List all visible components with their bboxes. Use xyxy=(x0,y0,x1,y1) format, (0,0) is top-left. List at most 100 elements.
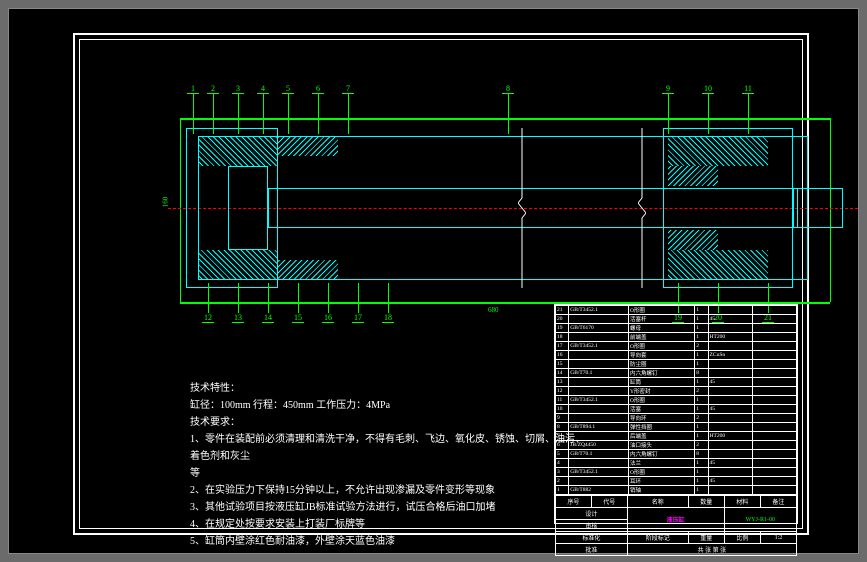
hatch-rear-cap-bot xyxy=(198,250,278,280)
bom-cell-note xyxy=(752,423,796,432)
bom-cell-note xyxy=(752,486,796,495)
tb-scale: 1:2 xyxy=(760,532,796,544)
hatch-guide-bot xyxy=(668,230,718,250)
hdr-name: 名称 xyxy=(627,496,688,508)
bom-cell-code xyxy=(569,432,629,441)
leader-line-bot xyxy=(238,283,239,313)
dim-overall-length: 680 xyxy=(488,306,499,314)
bom-row: 15防尘圈1 xyxy=(556,360,797,369)
drawing-frame-inner: 680 160 xyxy=(79,39,803,529)
drawing-title: 液压缸 xyxy=(627,508,724,532)
bom-cell-qty: 1 xyxy=(695,378,708,387)
leader-line-top xyxy=(288,94,289,134)
bom-cell-name: 销轴 xyxy=(628,486,694,495)
piston-rod xyxy=(268,188,798,228)
leader-line-top xyxy=(318,94,319,134)
bom-cell-note xyxy=(752,396,796,405)
bom-cell-no: 21 xyxy=(556,306,569,315)
balloon-1: 1 xyxy=(187,84,199,94)
bom-cell-no: 10 xyxy=(556,405,569,414)
bom-cell-code xyxy=(569,459,629,468)
balloon-18: 18 xyxy=(382,313,394,323)
hatch-front-cap-top xyxy=(668,136,768,166)
bom-cell-qty: 1 xyxy=(695,360,708,369)
bom-cell-mat: 45 xyxy=(708,315,752,324)
tech-req-1: 1、零件在装配前必须清理和清洗干净，不得有毛刺、飞边、氧化皮、锈蚀、切屑、油污、… xyxy=(190,431,590,465)
bom-cell-no: 20 xyxy=(556,315,569,324)
bom-cell-code: GB/T70.1 xyxy=(569,450,629,459)
bom-cell-no: 8 xyxy=(556,423,569,432)
leader-line-top xyxy=(238,94,239,134)
tb-std: 标准化 xyxy=(556,532,628,544)
bom-cell-mat: 45 xyxy=(708,477,752,486)
balloon-2: 2 xyxy=(207,84,219,94)
bom-cell-no: 3 xyxy=(556,468,569,477)
bom-cell-note xyxy=(752,378,796,387)
bom-cell-qty: 1 xyxy=(695,423,708,432)
bom-cell-qty: 2 xyxy=(695,387,708,396)
balloon-8: 8 xyxy=(502,84,514,94)
bom-row: 10活塞145 xyxy=(556,405,797,414)
bom-cell-code xyxy=(569,378,629,387)
tech-req-1b: 等 xyxy=(190,465,590,482)
break-line-2 xyxy=(638,128,646,288)
bom-row: 5GB/T70.1内六角螺钉8 xyxy=(556,450,797,459)
leader-line-top xyxy=(263,94,264,134)
bom-cell-mat xyxy=(708,414,752,423)
bom-row: 13缸筒145 xyxy=(556,378,797,387)
bom-cell-qty: 1 xyxy=(695,306,708,315)
bom-cell-mat xyxy=(708,396,752,405)
leader-line-bot xyxy=(268,283,269,313)
bom-cell-mat xyxy=(708,441,752,450)
hdr-note: 备注 xyxy=(760,496,796,508)
leader-line-bot xyxy=(208,283,209,313)
bom-cell-code: GB/T894.1 xyxy=(569,423,629,432)
hdr-mat: 材料 xyxy=(724,496,760,508)
bom-cell-qty: 2 xyxy=(695,414,708,423)
bom-row: 17GB/T3452.1O形圈2 xyxy=(556,342,797,351)
bom-cell-note xyxy=(752,342,796,351)
bom-cell-note xyxy=(752,351,796,360)
tech-params-line1: 缸径：100mm 行程：450mm 工作压力：4MPa xyxy=(190,397,590,414)
balloon-15: 15 xyxy=(292,313,304,323)
bom-cell-no: 16 xyxy=(556,351,569,360)
leader-line-top xyxy=(213,94,214,134)
balloon-3: 3 xyxy=(232,84,244,94)
bom-cell-no: 9 xyxy=(556,414,569,423)
bom-cell-no: 17 xyxy=(556,342,569,351)
bom-cell-name: 弹性挡圈 xyxy=(628,423,694,432)
bom-cell-name: 活塞杆 xyxy=(628,315,694,324)
bom-cell-mat: ZCuSn xyxy=(708,351,752,360)
bom-cell-mat xyxy=(708,450,752,459)
bom-cell-no: 18 xyxy=(556,333,569,342)
bom-cell-note xyxy=(752,477,796,486)
bom-cell-code xyxy=(569,387,629,396)
bom-cell-mat xyxy=(708,423,752,432)
hdr-no: 序号 xyxy=(556,496,592,508)
bom-row: 18前端盖1HT200 xyxy=(556,333,797,342)
bom-row: 3GB/T3452.1O形圈1 xyxy=(556,468,797,477)
title-section: 序号 代号 名称 数量 材料 备注 设计 液压缸 WYJ-R1-00 审核 xyxy=(555,495,797,556)
bom-cell-qty: 1 xyxy=(695,432,708,441)
tech-params-title: 技术特性： xyxy=(190,380,590,397)
bom-row: 16导向套1ZCuSn xyxy=(556,351,797,360)
bom-cell-code: GB/T70.1 xyxy=(569,369,629,378)
balloon-12: 12 xyxy=(202,313,214,323)
bom-cell-note xyxy=(752,405,796,414)
bom-cell-code: GB/T3452.1 xyxy=(569,396,629,405)
dim-height: 160 xyxy=(161,197,169,208)
bom-row: 12Y形密封2 xyxy=(556,387,797,396)
bom-cell-no: 19 xyxy=(556,324,569,333)
bom-cell-name: 活塞 xyxy=(628,405,694,414)
bom-cell-name: 内六角螺钉 xyxy=(628,450,694,459)
bom-row: 2耳环145 xyxy=(556,477,797,486)
bom-cell-no: 7 xyxy=(556,432,569,441)
tb-scale-label: 比例 xyxy=(724,532,760,544)
bom-cell-name: 油口接头 xyxy=(628,441,694,450)
bom-cell-note xyxy=(752,306,796,315)
tech-req-2: 2、在实验压力下保持15分钟以上，不允许出现渗漏及零件变形等现象 xyxy=(190,482,590,499)
bom-row: 20活塞杆145 xyxy=(556,315,797,324)
bom-cell-qty: 2 xyxy=(695,342,708,351)
bom-cell-mat xyxy=(708,486,752,495)
bom-row: 14GB/T70.1内六角螺钉8 xyxy=(556,369,797,378)
